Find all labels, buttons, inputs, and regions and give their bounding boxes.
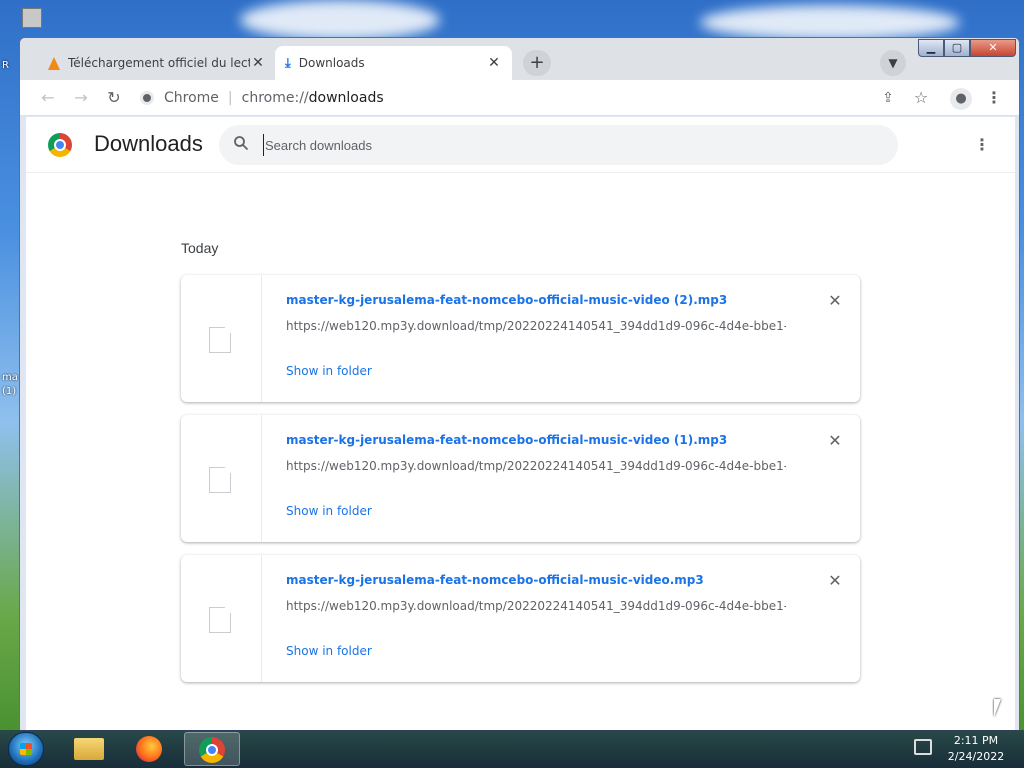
bookmark-star-icon[interactable]: ☆: [911, 88, 931, 108]
search-icon: [234, 136, 249, 151]
desktop-label: R: [2, 60, 9, 71]
minimize-button[interactable]: ▁: [918, 39, 944, 57]
more-actions-icon[interactable]: ⋮: [974, 135, 990, 155]
reload-icon[interactable]: ↻: [104, 88, 124, 108]
remove-icon[interactable]: ✕: [825, 571, 845, 591]
maximize-button[interactable]: ▢: [944, 39, 970, 57]
file-name-link[interactable]: master-kg-jerusalema-feat-nomcebo-offici…: [286, 573, 704, 587]
vlc-cone-icon: [48, 56, 60, 70]
page-title: Downloads: [94, 131, 203, 156]
download-item: master-kg-jerusalema-feat-nomcebo-offici…: [181, 275, 860, 402]
tab-title: Téléchargement officiel du lecteur: [68, 56, 250, 70]
tab-downloads[interactable]: ⤓ Downloads ✕: [275, 46, 512, 80]
download-item: master-kg-jerusalema-feat-nomcebo-offici…: [181, 555, 860, 682]
desktop-label: (1): [2, 386, 17, 397]
close-icon[interactable]: ✕: [250, 55, 266, 71]
file-source-url[interactable]: https://web120.mp3y.download/tmp/2022022…: [286, 319, 786, 333]
tab-vlc-download[interactable]: Téléchargement officiel du lecteur ✕: [38, 46, 276, 80]
desktop-cloud: [700, 5, 960, 40]
downloads-page: Downloads ⋮ Today master-kg-jerusalema-f…: [26, 117, 1015, 730]
close-window-button[interactable]: ✕: [970, 39, 1016, 57]
file-name-link[interactable]: master-kg-jerusalema-feat-nomcebo-offici…: [286, 433, 727, 447]
show-in-folder-link[interactable]: Show in folder: [286, 504, 372, 518]
page-header: Downloads ⋮: [26, 117, 1015, 173]
close-icon[interactable]: ✕: [486, 55, 502, 71]
omnibox-separator: |: [227, 90, 233, 106]
search-bar[interactable]: [219, 125, 898, 165]
folder-icon: [74, 738, 104, 760]
tab-search-button[interactable]: ▼: [880, 50, 906, 76]
chrome-logo-icon: [48, 133, 72, 157]
file-icon-column: [181, 415, 262, 542]
address-bar[interactable]: Chrome | chrome:// downloads: [140, 87, 640, 109]
search-input[interactable]: [263, 134, 863, 156]
tab-strip: Téléchargement officiel du lecteur ✕ ⤓ D…: [20, 38, 1019, 80]
chrome-page-icon: [140, 91, 154, 105]
tab-title: Downloads: [298, 56, 365, 70]
chrome-icon: [199, 737, 225, 763]
mouse-cursor-icon: [994, 699, 1008, 717]
forward-arrow-icon[interactable]: →: [71, 88, 91, 108]
new-tab-button[interactable]: +: [523, 50, 551, 76]
windows-start-icon[interactable]: [8, 732, 44, 766]
taskbar-file-explorer[interactable]: [62, 732, 118, 766]
file-source-url[interactable]: https://web120.mp3y.download/tmp/2022022…: [286, 459, 786, 473]
taskbar: 2:11 PM 2/24/2022: [0, 730, 1024, 768]
clock-date: 2/24/2022: [947, 750, 1005, 763]
system-clock[interactable]: 2:11 PM 2/24/2022: [936, 733, 1016, 765]
toolbar: ← → ↻ Chrome | chrome:// downloads ⇪ ☆ ●…: [20, 80, 1019, 116]
remove-icon[interactable]: ✕: [825, 291, 845, 311]
url-prefix: chrome://: [241, 90, 309, 106]
date-section-label: Today: [181, 240, 219, 256]
desktop-recycle-bin-icon[interactable]: [22, 8, 42, 28]
taskbar-firefox[interactable]: [122, 732, 178, 766]
taskbar-chrome[interactable]: [184, 732, 240, 766]
download-item: master-kg-jerusalema-feat-nomcebo-offici…: [181, 415, 860, 542]
back-arrow-icon[interactable]: ←: [38, 88, 58, 108]
browser-window: Téléchargement officiel du lecteur ✕ ⤓ D…: [19, 37, 1020, 731]
file-icon-column: [181, 555, 262, 682]
clock-time: 2:11 PM: [953, 734, 999, 747]
file-icon: [209, 467, 231, 493]
profile-avatar-icon[interactable]: ●: [950, 88, 972, 110]
file-icon-column: [181, 275, 262, 402]
desktop-label: ma: [2, 372, 18, 383]
show-in-folder-link[interactable]: Show in folder: [286, 644, 372, 658]
url-host: downloads: [308, 90, 384, 106]
download-icon: ⤓: [285, 55, 291, 71]
firefox-icon: [136, 736, 162, 762]
file-icon: [209, 607, 231, 633]
show-in-folder-link[interactable]: Show in folder: [286, 364, 372, 378]
file-name-link[interactable]: master-kg-jerusalema-feat-nomcebo-offici…: [286, 293, 727, 307]
file-source-url[interactable]: https://web120.mp3y.download/tmp/2022022…: [286, 599, 786, 613]
menu-kebab-icon[interactable]: ⋮: [984, 88, 1004, 108]
remove-icon[interactable]: ✕: [825, 431, 845, 451]
file-icon: [209, 327, 231, 353]
share-icon[interactable]: ⇪: [878, 88, 898, 108]
network-icon[interactable]: [914, 739, 932, 755]
scheme-label: Chrome: [164, 90, 219, 106]
desktop-cloud: [240, 0, 440, 40]
